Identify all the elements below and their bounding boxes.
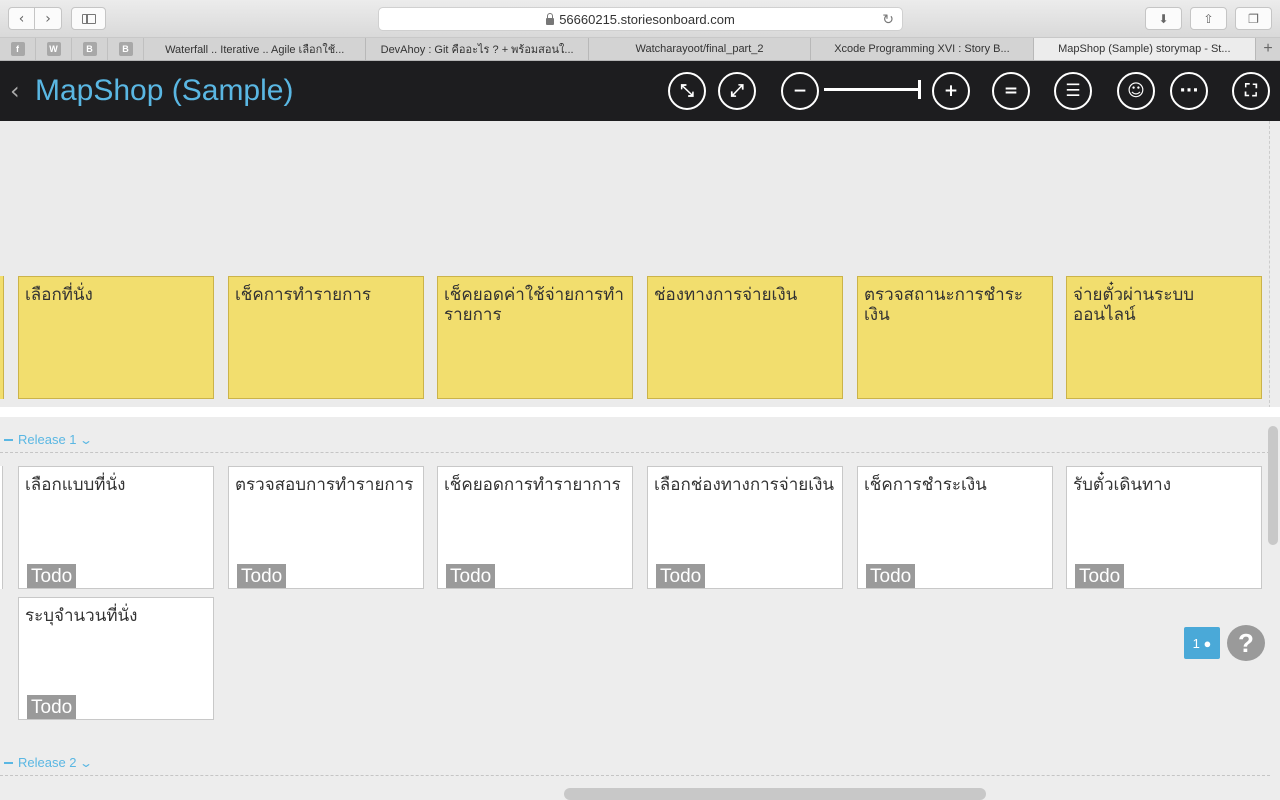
activity-card-partial[interactable] (0, 276, 4, 399)
card-title: เลือกช่องทางการจ่ายเงิน (654, 475, 835, 495)
card-title: เช็คการชำระเงิน (864, 475, 987, 495)
activity-card[interactable]: ช่องทางการจ่ายเงิน (647, 276, 843, 399)
collapse-minus-icon[interactable] (4, 438, 13, 441)
person-icon: ● (1203, 635, 1212, 651)
app-header: ‹ MapShop (Sample) ⤡ ⤢ − + = ☰ ☺ ··· ⛶ (0, 61, 1280, 121)
equal-layout-icon[interactable]: = (992, 72, 1030, 110)
chevron-down-icon[interactable]: ⌄ (79, 756, 93, 770)
status-badge: Todo (866, 564, 916, 588)
w-icon: W (46, 42, 61, 56)
address-bar[interactable]: 56660215.storiesonboard.com ↻ (378, 7, 903, 31)
status-badge: Todo (237, 564, 287, 588)
status-badge: Todo (656, 564, 706, 588)
activity-card[interactable]: ตรวจสถานะการชำระเงิน (857, 276, 1053, 399)
expand-icon[interactable]: ⤢ (718, 72, 756, 110)
release-label: Release 1 (18, 432, 77, 447)
history-nav: ‹ › (8, 7, 62, 30)
status-badge: Todo (446, 564, 496, 588)
zoom-slider-handle[interactable] (918, 80, 921, 99)
share-icon[interactable]: ⇧ (1190, 7, 1227, 30)
story-map: เลือกที่นั่ง เช็คการทำรายการ เช็คยอดค่าใ… (0, 121, 1280, 800)
vertical-scrollbar[interactable] (1268, 426, 1278, 545)
card-title: เลือกที่นั่ง (25, 285, 93, 305)
browser-tab[interactable]: Watcharayoot/final_part_2 (589, 38, 812, 60)
story-card[interactable]: ระบุจำนวนที่นั่ง Todo (18, 597, 214, 720)
activity-card[interactable]: เลือกที่นั่ง (18, 276, 214, 399)
pinned-tab[interactable]: B (72, 38, 108, 60)
story-card-partial[interactable] (0, 466, 3, 589)
card-title: รับตั๋วเดินทาง (1073, 475, 1172, 495)
new-tab-icon[interactable]: + (1256, 38, 1280, 60)
status-badge: Todo (1075, 564, 1125, 588)
card-title: เช็คยอดการทำรายาการ (444, 475, 621, 495)
forward-icon[interactable]: › (35, 7, 62, 30)
activity-card[interactable]: เช็คการทำรายการ (228, 276, 424, 399)
browser-tab[interactable]: Xcode Programming XVI : Story B... (811, 38, 1034, 60)
browser-tab[interactable]: DevAhoy : Git คืออะไร ? + พร้อมสอนใ... (366, 38, 589, 60)
back-chevron-icon[interactable]: ‹ (10, 77, 20, 105)
card-title: เลือกแบบที่นั่ง (25, 475, 126, 495)
collapse-icon[interactable]: ⤡ (668, 72, 706, 110)
release-header[interactable]: Release 1 ⌄ (4, 432, 93, 447)
card-title: ระบุจำนวนที่นั่ง (25, 606, 138, 626)
tabs-overview-icon[interactable]: ❐ (1235, 7, 1272, 30)
story-card[interactable]: เช็คการชำระเงิน Todo (857, 466, 1053, 589)
activity-card[interactable]: จ่ายตั๋วผ่านระบบออนไลน์ (1066, 276, 1262, 399)
horizontal-scrollbar[interactable] (564, 788, 986, 800)
fullscreen-icon[interactable]: ⛶ (1232, 72, 1270, 110)
card-title: จ่ายตั๋วผ่านระบบออนไลน์ (1073, 285, 1195, 325)
url-text: 56660215.storiesonboard.com (559, 11, 735, 27)
facebook-icon: f (10, 42, 25, 56)
reload-icon[interactable]: ↻ (882, 11, 894, 28)
browser-toolbar: ‹ › 56660215.storiesonboard.com ↻ ⬇ ⇧ ❐ (0, 0, 1280, 38)
card-title: เช็คยอดค่าใช้จ่ายการทำรายการ (444, 285, 624, 325)
band-divider (0, 407, 1280, 417)
zoom-slider-track[interactable] (824, 88, 920, 91)
chevron-down-icon[interactable]: ⌄ (79, 433, 93, 447)
card-title: เช็คการทำรายการ (235, 285, 372, 305)
back-icon[interactable]: ‹ (8, 7, 35, 30)
list-view-icon[interactable]: ☰ (1054, 72, 1092, 110)
status-badge: Todo (27, 564, 77, 588)
story-card[interactable]: รับตั๋วเดินทาง Todo (1066, 466, 1262, 589)
help-icon[interactable]: ? (1227, 625, 1265, 661)
story-card[interactable]: เลือกแบบที่นั่ง Todo (18, 466, 214, 589)
more-icon[interactable]: ··· (1170, 72, 1208, 110)
pinned-tab[interactable]: B (108, 38, 144, 60)
user-icon[interactable]: ☺ (1117, 72, 1155, 110)
story-card[interactable]: ตรวจสอบการทำรายการ Todo (228, 466, 424, 589)
download-icon[interactable]: ⬇ (1145, 7, 1182, 30)
activity-card[interactable]: เช็คยอดค่าใช้จ่ายการทำรายการ (437, 276, 633, 399)
release-label: Release 2 (18, 755, 77, 770)
collapse-minus-icon[interactable] (4, 761, 13, 764)
lock-icon (546, 12, 555, 25)
page-title: MapShop (Sample) (35, 74, 294, 107)
story-card[interactable]: เช็คยอดการทำรายาการ Todo (437, 466, 633, 589)
card-title: ช่องทางการจ่ายเงิน (654, 285, 798, 305)
release-header[interactable]: Release 2 ⌄ (4, 755, 93, 770)
browser-tab-active[interactable]: MapShop (Sample) storymap - St... (1033, 38, 1257, 60)
b-icon: B (118, 42, 133, 56)
story-card[interactable]: เลือกช่องทางการจ่ายเงิน Todo (647, 466, 843, 589)
sidebar-toggle-icon[interactable] (71, 7, 106, 30)
online-users-badge[interactable]: 1 ● (1184, 627, 1220, 659)
b-icon: B (82, 42, 97, 56)
pinned-tab[interactable]: f (0, 38, 36, 60)
tab-bar: f W B B Waterfall .. Iterative .. Agile … (0, 38, 1280, 61)
zoom-in-icon[interactable]: + (932, 72, 970, 110)
release-divider (0, 452, 1270, 453)
zoom-out-icon[interactable]: − (781, 72, 819, 110)
card-title: ตรวจสถานะการชำระเงิน (864, 285, 1023, 325)
online-count: 1 (1192, 635, 1200, 651)
pinned-tab[interactable]: W (36, 38, 72, 60)
status-badge: Todo (27, 695, 77, 719)
browser-tab[interactable]: Waterfall .. Iterative .. Agile เลือกใช้… (144, 38, 367, 60)
release-divider (0, 775, 1270, 776)
card-title: ตรวจสอบการทำรายการ (235, 475, 414, 495)
